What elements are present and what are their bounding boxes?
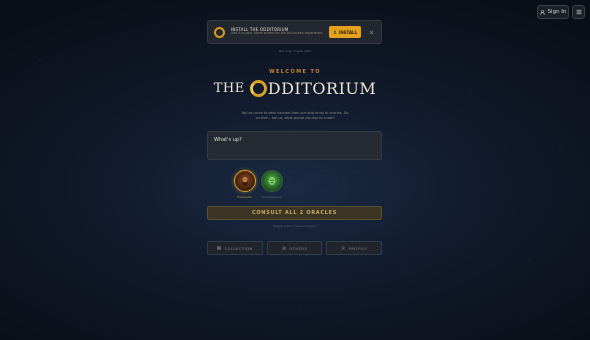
user-icon [539, 9, 545, 15]
collection-button[interactable]: COLLECTION [207, 241, 263, 255]
oracle-card[interactable] [314, 170, 337, 204]
empty-slot-icon [287, 170, 310, 192]
oracle-card[interactable]: Elisabetta [233, 170, 256, 204]
banner-subtitle: Add it to your home screen for the full-… [231, 31, 324, 36]
oracle-card[interactable] [341, 170, 364, 204]
odditorium-logo-icon [214, 26, 225, 38]
oracle-portrait [233, 170, 256, 192]
page-title: THE DDITORIUM [0, 77, 590, 99]
empty-slot-icon [314, 170, 337, 192]
title-o-logo-icon [249, 79, 267, 97]
hamburger-menu-icon [576, 9, 581, 15]
empty-slot-icon [341, 170, 364, 192]
profile-label: PROFILE [348, 245, 368, 251]
oracle-selector: Elisabetta Verdigrievous [233, 170, 364, 204]
title-rest: DDITORIUM [267, 78, 377, 98]
install-banner: INSTALL THE ODDITORIUM Add it to your ho… [207, 20, 382, 44]
welcome-heading: WELCOME TO [269, 69, 321, 75]
install-label: INSTALL [338, 29, 358, 35]
oracle-name: Elisabetta [237, 195, 252, 199]
oracle-portrait [260, 170, 283, 192]
others-button[interactable]: OTHERS [266, 241, 323, 255]
profile-button[interactable]: PROFILE [326, 241, 383, 255]
install-button[interactable]: INSTALL [329, 26, 361, 38]
title-prefix: THE [213, 80, 245, 96]
consult-hint: Toggle a few oracles to begin [273, 224, 317, 228]
others-label: OTHERS [289, 245, 308, 251]
banner-text: INSTALL THE ODDITORIUM Add it to your ho… [231, 27, 329, 36]
bearded-face-icon [241, 177, 248, 186]
question-input[interactable] [207, 131, 382, 160]
sign-in-label: Sign In [547, 9, 567, 15]
dismiss-banner-link[interactable]: Not now, maybe later [0, 49, 590, 53]
download-icon [333, 30, 337, 34]
menu-button[interactable] [572, 5, 585, 19]
green-mask-icon [268, 177, 275, 185]
oracle-card[interactable]: Verdigrievous [260, 170, 283, 204]
close-icon [369, 30, 373, 34]
oracle-name: Verdigrievous [261, 195, 282, 199]
intro-text: You've come to seek counsel from our wil… [241, 111, 349, 120]
users-icon [281, 246, 287, 250]
grid-icon [217, 245, 222, 251]
person-icon [341, 246, 346, 251]
oracle-card[interactable] [287, 170, 310, 204]
bottom-nav: COLLECTION OTHERS PROFILE [207, 241, 383, 255]
consult-oracles-button[interactable]: CONSULT ALL 2 ORACLES [207, 206, 382, 220]
close-banner-button[interactable] [367, 28, 375, 36]
sign-in-button[interactable]: Sign In [537, 5, 569, 19]
collection-label: COLLECTION [224, 245, 253, 251]
